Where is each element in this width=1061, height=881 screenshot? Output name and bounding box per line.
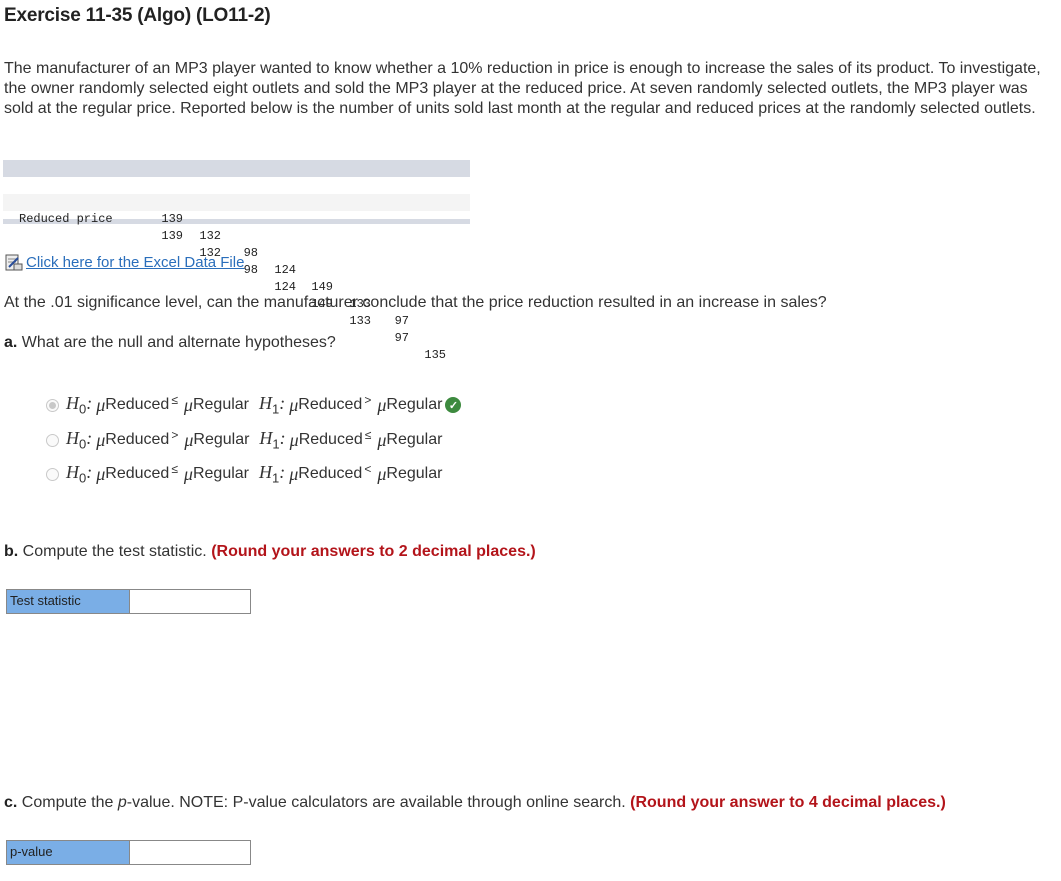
question-intro: At the .01 significance level, can the m… xyxy=(4,294,827,311)
exercise-title: Exercise 11-35 (Algo) (LO11-2) xyxy=(4,5,271,26)
problem-intro: The manufacturer of an MP3 player wanted… xyxy=(4,60,1041,117)
cell: 139 xyxy=(161,229,183,243)
mu-symbol: μ xyxy=(96,394,106,415)
hypothesis-option-1[interactable]: H0: μ Reduced ≤ μ Regular H1: μ Reduced > μ… xyxy=(46,392,462,418)
cell: 133 xyxy=(349,314,371,328)
cell: 97 xyxy=(394,331,409,345)
excel-link-label: Click here for the Excel Data File xyxy=(26,254,245,271)
excel-file-icon xyxy=(5,254,23,271)
cell: 97 xyxy=(394,314,409,328)
h1-symbol: H1: xyxy=(259,393,286,417)
part-a-text: What are the null and alternate hypothes… xyxy=(21,334,336,351)
cell: 139 xyxy=(161,212,183,226)
hypothesis-option-2[interactable]: H0: μ Reduced > μ Regular H1: μ Reduced ≤ μ… xyxy=(46,427,442,453)
test-statistic-input[interactable] xyxy=(130,590,250,613)
h0-symbol: H0: xyxy=(66,393,93,417)
part-b-rounding-note: (Round your answers to 2 decimal places.… xyxy=(211,543,536,560)
cell: 124 xyxy=(274,263,296,277)
part-b-prompt: b. Compute the test statistic. (Round yo… xyxy=(4,543,536,561)
cell: 135 xyxy=(424,348,446,362)
h1-symbol: H1: xyxy=(259,428,286,452)
p-value-input[interactable] xyxy=(130,841,250,864)
relation-symbol: ≤ xyxy=(171,393,178,407)
h1-symbol: H1: xyxy=(259,462,286,486)
part-b-letter: b. xyxy=(4,543,19,560)
test-statistic-label: Test statistic xyxy=(7,590,130,613)
part-c-prompt: c. Compute the p-value. NOTE: P-value ca… xyxy=(4,794,946,811)
cell: 132 xyxy=(199,229,221,243)
row-label: Reduced price xyxy=(19,212,113,226)
data-table: Regular price 139 132 98 124 149 133 97 … xyxy=(3,160,470,362)
part-a-prompt: a. What are the null and alternate hypot… xyxy=(4,334,336,352)
part-c-rounding-note: (Round your answer to 4 decimal places.) xyxy=(630,794,946,811)
h0-symbol: H0: xyxy=(66,428,93,452)
table-row-reduced: Reduced price 139 132 98 124 149 133 97 … xyxy=(3,194,470,362)
radio-button[interactable] xyxy=(46,467,59,481)
p-value-row: p-value xyxy=(6,840,251,865)
radio-button[interactable] xyxy=(46,433,59,447)
part-b-text: Compute the test statistic. xyxy=(22,543,207,560)
test-statistic-row: Test statistic xyxy=(6,589,251,614)
hypothesis-option-3[interactable]: H0: μ Reduced ≤ μ Regular H1: μ Reduced < μ… xyxy=(46,461,442,487)
part-a-letter: a. xyxy=(4,334,18,351)
p-value-label: p-value xyxy=(7,841,130,864)
radio-button-selected[interactable] xyxy=(46,398,59,412)
h0-symbol: H0: xyxy=(66,462,93,486)
excel-data-link[interactable]: Click here for the Excel Data File xyxy=(5,254,244,271)
part-c-letter: c. xyxy=(4,794,18,811)
correct-check-icon: ✓ xyxy=(445,397,462,413)
table-header-bar xyxy=(3,160,470,177)
table-row-regular: Regular price 139 132 98 124 149 133 97 xyxy=(3,177,470,328)
